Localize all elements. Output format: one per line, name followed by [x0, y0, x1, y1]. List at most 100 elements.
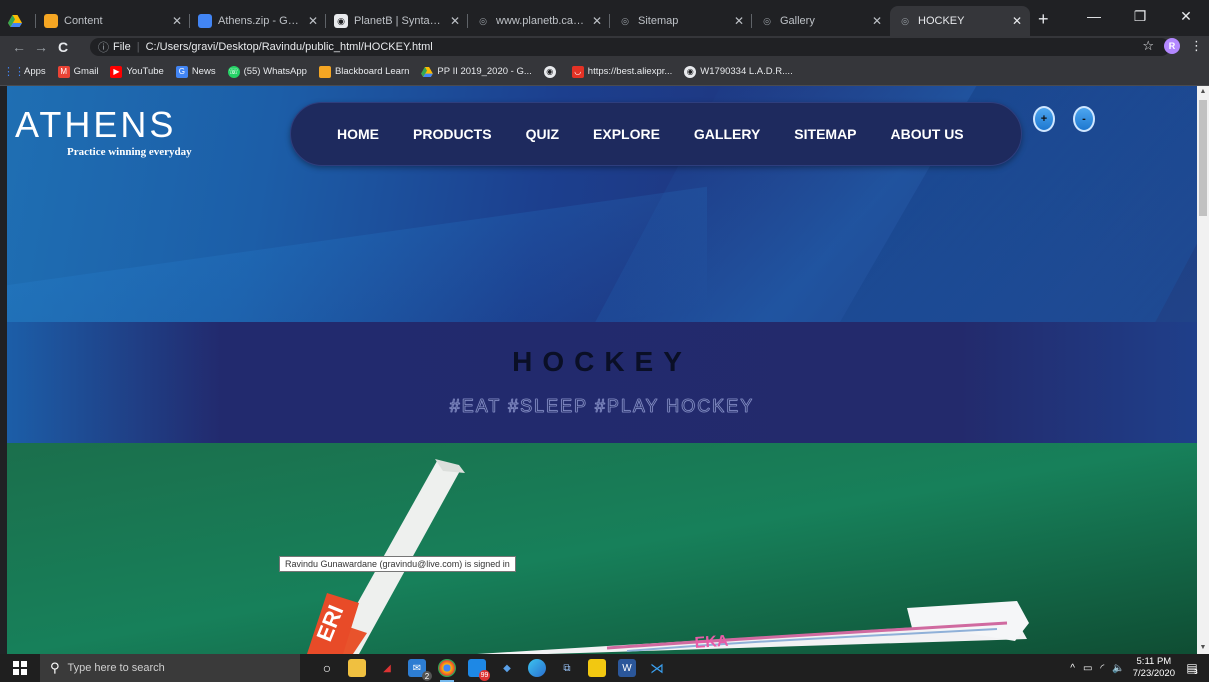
main-navigation: HOME PRODUCTS QUIZ EXPLORE GALLERY SITEM…	[290, 102, 1022, 166]
menu-icon[interactable]: ⋮	[1190, 38, 1203, 54]
title-banner: HOCKEY #EAT #SLEEP #PLAY HOCKEY	[7, 322, 1197, 443]
word-icon[interactable]: W	[618, 659, 636, 677]
signed-in-tooltip: Ravindu Gunawardane (gravindu@live.com) …	[279, 556, 516, 572]
drive-icon	[421, 66, 434, 78]
tab-gallery[interactable]: ◎ Gallery ✕	[752, 6, 890, 36]
nav-products[interactable]: PRODUCTS	[413, 126, 492, 142]
globe-icon: ◉	[334, 14, 348, 28]
windows-taskbar: ⚲ Type here to search ○ ◢ ✉ 2 99 ◆ ⧉ W ⋊ …	[0, 654, 1209, 682]
bookmark-label: News	[191, 66, 216, 77]
file-explorer-icon[interactable]	[348, 659, 366, 677]
bookmark-apps[interactable]: ⋮⋮ Apps	[3, 66, 46, 78]
web-page: ATHENS Practice winning everyday HOME PR…	[7, 86, 1197, 654]
tab-sitemap[interactable]: ◎ Sitemap ✕	[610, 6, 752, 36]
close-icon[interactable]: ✕	[172, 14, 182, 28]
clock-date: 7/23/2020	[1132, 668, 1175, 679]
address-bar[interactable]: ⓘ File | C:/Users/gravi/Desktop/Ravindu/…	[90, 38, 1170, 56]
game-app-icon[interactable]: ◢	[378, 659, 396, 677]
browser-tab-strip: Content ✕ Athens.zip - Google D ✕ ◉ Plan…	[0, 0, 1209, 36]
mail-badge: 2	[422, 671, 432, 681]
hero-diagonal	[7, 186, 707, 322]
page-scrollbar[interactable]: ▲ ▼	[1197, 86, 1209, 654]
profile-avatar[interactable]: R	[1164, 38, 1180, 54]
nav-gallery[interactable]: GALLERY	[694, 126, 760, 142]
scroll-down-arrow-icon[interactable]: ▼	[1197, 642, 1209, 654]
notification-center-icon[interactable]: ▤ 3	[1183, 659, 1201, 677]
info-icon[interactable]: ⓘ	[98, 39, 109, 55]
bookmark-w1790334[interactable]: ◉ W1790334 L.A.D.R....	[684, 65, 793, 78]
volume-icon[interactable]: 🔈	[1112, 663, 1124, 674]
bookmark-star-icon[interactable]: ☆	[1142, 38, 1154, 54]
chrome-icon[interactable]	[438, 659, 456, 682]
nav-quiz[interactable]: QUIZ	[526, 126, 559, 142]
bookmark-news[interactable]: G News	[175, 65, 216, 78]
reload-button[interactable]: C	[52, 39, 74, 55]
network-app-icon[interactable]: ⧉	[558, 659, 576, 677]
bookmarks-bar: ⋮⋮ Apps M Gmail ▶ YouTube G News ☏ (55) …	[0, 58, 1209, 86]
tab-title: Athens.zip - Google D	[218, 15, 302, 27]
new-tab-button[interactable]: +	[1038, 9, 1049, 30]
globe-icon: ◉	[543, 65, 556, 78]
clock-time: 5:11 PM	[1136, 656, 1172, 667]
taskbar-search-box[interactable]: ⚲ Type here to search	[40, 654, 300, 682]
logo-tagline: Practice winning everyday	[67, 146, 192, 158]
mail-icon[interactable]: ✉ 2	[408, 659, 432, 681]
drive-icon	[8, 14, 22, 28]
battery-icon[interactable]: ▭	[1083, 663, 1092, 674]
close-icon[interactable]: ✕	[450, 14, 460, 28]
nav-home[interactable]: HOME	[337, 126, 379, 142]
back-button[interactable]: ←	[8, 39, 30, 55]
close-icon[interactable]: ✕	[1012, 14, 1022, 28]
bookmark-whatsapp[interactable]: ☏ (55) WhatsApp	[227, 65, 307, 78]
nav-explore[interactable]: EXPLORE	[593, 126, 660, 142]
tab-athens-zip[interactable]: Athens.zip - Google D ✕	[190, 6, 326, 36]
sticky-notes-icon[interactable]	[588, 659, 606, 677]
wifi-icon[interactable]: ◜	[1100, 663, 1104, 674]
vscode-icon[interactable]: ⋊	[648, 659, 666, 677]
minimize-button[interactable]: —	[1071, 0, 1117, 32]
bookmark-label: Blackboard Learn	[334, 66, 410, 77]
hero-header: ATHENS Practice winning everyday HOME PR…	[7, 86, 1197, 322]
tab-planetb-project[interactable]: ◎ www.planetb.ca/proje ✕	[468, 6, 610, 36]
forward-button[interactable]: →	[30, 39, 52, 55]
blackboard-icon	[318, 65, 331, 78]
bookmark-label: PP II 2019_2020 - G...	[437, 66, 532, 77]
taskbar-clock[interactable]: 5:11 PM 7/23/2020	[1133, 656, 1175, 680]
tab-planetb[interactable]: ◉ PlanetB | Syntax Highl ✕	[326, 6, 468, 36]
close-icon[interactable]: ✕	[872, 14, 882, 28]
edge-icon[interactable]	[528, 659, 546, 677]
chevron-up-icon[interactable]: ^	[1070, 663, 1075, 674]
nav-about-us[interactable]: ABOUT US	[891, 126, 964, 142]
tab-content[interactable]: Content ✕	[36, 6, 190, 36]
news-icon: G	[175, 65, 188, 78]
photos-icon[interactable]: 99	[468, 659, 490, 681]
start-button[interactable]	[0, 654, 40, 682]
zoom-out-button[interactable]: -	[1073, 106, 1095, 132]
globe-icon: ◎	[763, 15, 771, 26]
close-icon[interactable]: ✕	[592, 14, 602, 28]
bookmark-gmail[interactable]: M Gmail	[57, 65, 98, 78]
bookmark-globe[interactable]: ◉	[543, 65, 560, 78]
youtube-icon: ▶	[110, 65, 123, 78]
bookmark-pp2[interactable]: PP II 2019_2020 - G...	[421, 66, 532, 78]
bookmark-aliexpress[interactable]: ◡ https://best.aliexpr...	[571, 65, 672, 78]
tab-drive[interactable]	[0, 6, 36, 36]
zoom-in-button[interactable]: +	[1033, 106, 1055, 132]
window-controls: — ❐ ✕	[1071, 0, 1209, 32]
close-window-button[interactable]: ✕	[1163, 0, 1209, 32]
paint-icon[interactable]: ◆	[498, 659, 516, 677]
scroll-up-arrow-icon[interactable]: ▲	[1197, 86, 1209, 98]
tab-hockey[interactable]: ◎ HOCKEY ✕	[890, 6, 1030, 36]
maximize-button[interactable]: ❐	[1117, 0, 1163, 32]
close-icon[interactable]: ✕	[734, 14, 744, 28]
bookmark-label: W1790334 L.A.D.R....	[700, 66, 793, 77]
aliexpress-icon: ◡	[571, 65, 584, 78]
cortana-icon[interactable]: ○	[318, 659, 336, 677]
close-icon[interactable]: ✕	[308, 14, 318, 28]
scrollbar-thumb[interactable]	[1199, 100, 1207, 216]
site-logo[interactable]: ATHENS Practice winning everyday	[15, 104, 192, 159]
logo-wordmark: ATHENS	[15, 104, 177, 145]
bookmark-youtube[interactable]: ▶ YouTube	[110, 65, 164, 78]
bookmark-blackboard[interactable]: Blackboard Learn	[318, 65, 410, 78]
nav-sitemap[interactable]: SITEMAP	[794, 126, 856, 142]
